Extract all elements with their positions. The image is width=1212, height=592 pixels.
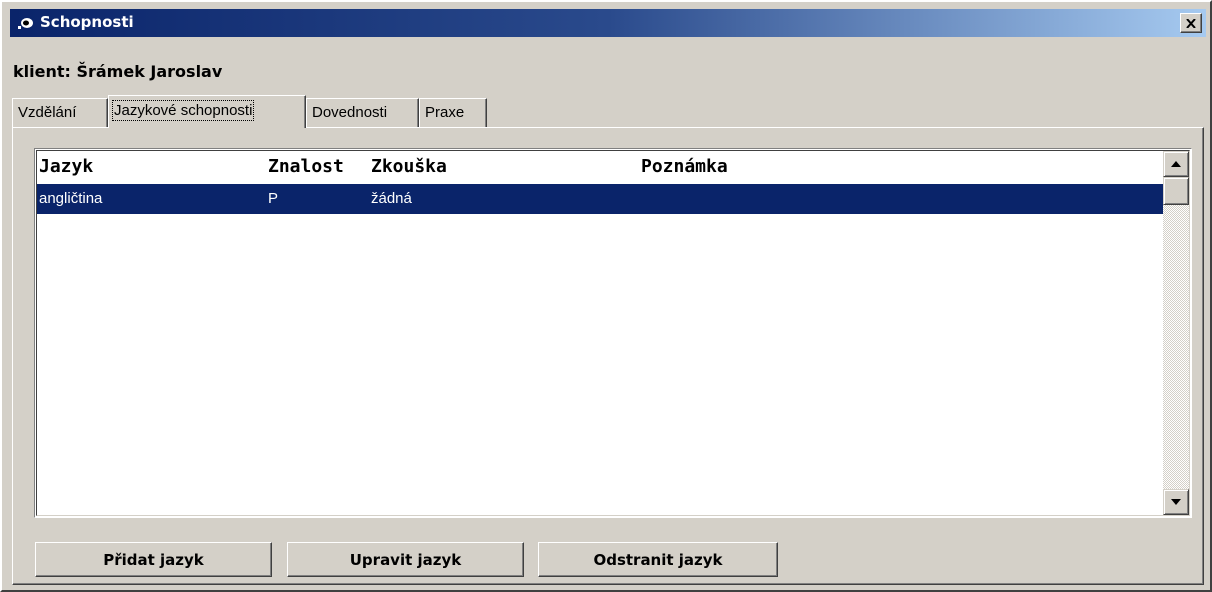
list-row-selected[interactable]: angličtina P žádná [37, 184, 1163, 214]
tab-jazykove-schopnosti[interactable]: Jazykové schopnosti [108, 95, 306, 128]
tab-label: Dovednosti [312, 104, 388, 121]
column-header-jazyk[interactable]: Jazyk [39, 156, 93, 177]
close-icon [1186, 18, 1196, 28]
dialog-window: Schopnosti klient: Šrámek Jaroslav Vzděl… [0, 0, 1212, 592]
add-language-button[interactable]: Přidat jazyk [35, 542, 272, 577]
cell-znalost: P [268, 190, 279, 207]
tab-praxe[interactable]: Praxe [419, 98, 487, 127]
app-icon [18, 18, 33, 29]
tab-label: Vzdělání [18, 104, 77, 121]
cell-zkouska: žádná [371, 190, 412, 207]
tab-label: Jazykové schopnosti [111, 100, 255, 121]
language-list[interactable]: Jazyk Znalost Zkouška Poznámka angličtin… [34, 148, 1192, 518]
tab-vzdelani[interactable]: Vzdělání [12, 98, 108, 127]
column-header-zkouska[interactable]: Zkouška [371, 156, 447, 177]
column-header-znalost[interactable]: Znalost [268, 156, 344, 177]
arrow-up-icon [1171, 161, 1181, 167]
list-header: Jazyk Znalost Zkouška Poznámka [37, 151, 1163, 183]
scroll-thumb[interactable] [1163, 177, 1189, 205]
scroll-down-button[interactable] [1163, 489, 1189, 515]
column-header-poznamka[interactable]: Poznámka [641, 156, 728, 177]
cell-jazyk: angličtina [39, 190, 103, 207]
tab-dovednosti[interactable]: Dovednosti [306, 98, 419, 127]
window-title: Schopnosti [40, 13, 134, 31]
tab-label: Praxe [425, 104, 465, 121]
scroll-up-button[interactable] [1163, 151, 1189, 177]
vertical-scrollbar[interactable] [1163, 151, 1189, 515]
edit-language-button[interactable]: Upravit jazyk [287, 542, 524, 577]
title-bar[interactable]: Schopnosti [10, 9, 1206, 37]
arrow-down-icon [1171, 499, 1181, 505]
client-name-label: klient: Šrámek Jaroslav [13, 62, 223, 81]
close-button[interactable] [1180, 13, 1202, 33]
remove-language-button[interactable]: Odstranit jazyk [538, 542, 778, 577]
